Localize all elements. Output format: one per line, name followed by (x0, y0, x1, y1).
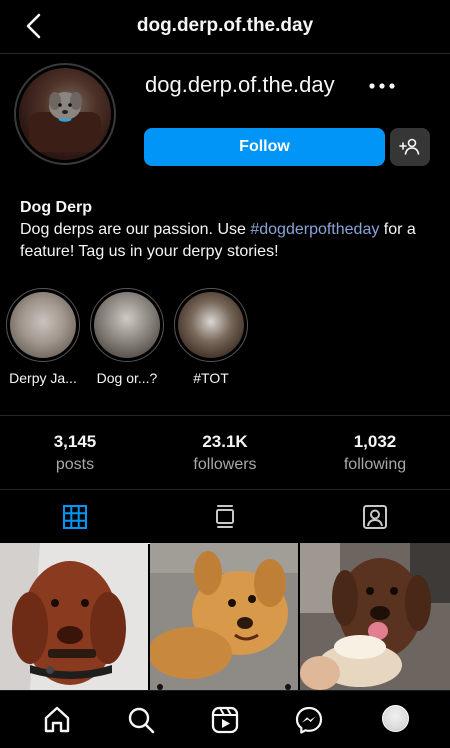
profile-bio: Dog Derp Dog derps are our passion. Use … (20, 197, 440, 263)
stat-value: 1,032 (353, 432, 397, 451)
profile-avatar[interactable] (14, 63, 116, 165)
search-icon[interactable] (126, 705, 156, 735)
highlight-item[interactable]: #TOT (174, 288, 248, 386)
post-thumbnail[interactable] (300, 543, 450, 690)
tab-feed[interactable] (150, 490, 300, 544)
post-thumbnail[interactable] (0, 543, 148, 690)
highlight-label: Dog or...? (96, 370, 158, 386)
more-options-icon[interactable] (366, 74, 398, 98)
stat-value: 3,145 (53, 432, 97, 451)
stat-label: following (343, 456, 407, 473)
stats-divider (0, 415, 450, 416)
followers-count[interactable]: 23.1K followers (150, 432, 300, 474)
bio-text: Dog derps are our passion. Use #dogderpo… (20, 219, 440, 263)
profile-username: dog.derp.of.the.day (145, 72, 335, 97)
stat-label: posts (55, 456, 95, 473)
tab-tagged[interactable] (300, 490, 450, 544)
tagged-icon (363, 505, 387, 529)
following-count[interactable]: 1,032 following (300, 432, 450, 474)
page-title: dog.derp.of.the.day (136, 15, 314, 36)
profile-photo (19, 68, 111, 160)
tab-posts-grid[interactable] (0, 490, 150, 544)
bio-text-start: Dog derps are our passion. Use (20, 221, 251, 238)
stat-value: 23.1K (202, 432, 248, 451)
messenger-icon[interactable] (294, 705, 324, 735)
profile-tabs (0, 489, 450, 544)
highlight-cover (90, 288, 164, 362)
suggested-users-button[interactable] (390, 128, 430, 166)
bio-name: Dog Derp (20, 199, 92, 216)
feed-icon (216, 505, 234, 528)
top-bar: dog.derp.of.the.day (0, 0, 450, 54)
stat-label: followers (193, 456, 257, 473)
post-thumbnail[interactable] (150, 543, 298, 690)
add-user-icon (399, 138, 420, 155)
follow-button[interactable]: Follow (144, 128, 385, 166)
grid-icon (63, 504, 87, 529)
profile-avatar-nav[interactable] (382, 705, 409, 732)
posts-grid (0, 543, 450, 690)
bio-hashtag-link[interactable]: #dogderpoftheday (250, 221, 379, 238)
home-icon[interactable] (42, 705, 72, 735)
highlight-label: #TOT (193, 370, 229, 386)
highlight-cover (6, 288, 80, 362)
highlight-cover (174, 288, 248, 362)
posts-count[interactable]: 3,145 posts (0, 432, 150, 474)
reels-icon[interactable] (210, 705, 240, 735)
highlight-item[interactable]: Derpy Ja... (6, 288, 80, 386)
highlight-item[interactable]: Dog or...? (90, 288, 164, 386)
highlight-label: Derpy Ja... (9, 370, 77, 386)
